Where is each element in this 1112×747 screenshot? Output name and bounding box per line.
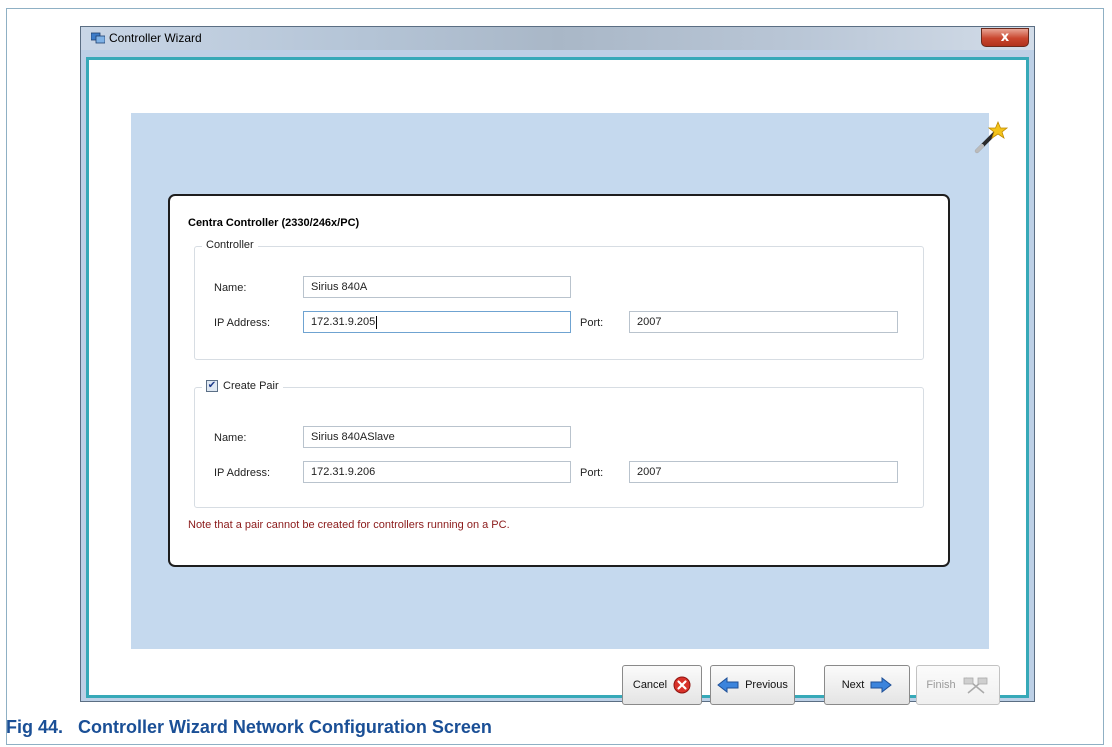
- arrow-left-icon: [717, 677, 739, 693]
- controller-port-label: Port:: [580, 317, 604, 329]
- controller-wizard-window: Controller Wizard x Centra Controller (2…: [80, 26, 1035, 705]
- figure-caption: Fig 44. Controller Wizard Network Config…: [6, 717, 492, 737]
- controller-name-label: Name:: [214, 282, 247, 294]
- controller-ip-label: IP Address:: [214, 317, 271, 329]
- pair-port-field[interactable]: 2007: [629, 461, 898, 483]
- controller-ip-field[interactable]: 172.31.9.205: [303, 311, 571, 333]
- arrow-right-icon: [870, 677, 893, 693]
- cancel-button[interactable]: Cancel: [622, 665, 702, 705]
- controller-group-legend: Controller: [202, 239, 258, 251]
- checkered-flags-icon: [962, 676, 990, 694]
- controller-port-field[interactable]: 2007: [629, 311, 898, 333]
- pair-name-field[interactable]: Sirius 840ASlave: [303, 426, 571, 448]
- create-pair-checkbox[interactable]: ✔: [206, 380, 218, 392]
- close-button[interactable]: x: [981, 28, 1029, 47]
- create-pair-label[interactable]: Create Pair: [223, 380, 279, 392]
- controller-config-card: Centra Controller (2330/246x/PC) Control…: [168, 194, 950, 567]
- controller-wizard-icon: [91, 32, 105, 44]
- magic-wand-icon: [975, 120, 1009, 153]
- create-pair-group: ✔ Create Pair Name: Sirius 840ASlave IP …: [194, 380, 924, 508]
- title-bar[interactable]: Controller Wizard x: [81, 27, 1034, 50]
- previous-button[interactable]: Previous: [710, 665, 795, 705]
- finish-button[interactable]: Finish: [916, 665, 1000, 705]
- pair-name-label: Name:: [214, 432, 247, 444]
- create-pair-legend: ✔ Create Pair: [202, 380, 283, 392]
- card-title: Centra Controller (2330/246x/PC): [188, 217, 360, 229]
- controller-name-field[interactable]: Sirius 840A: [303, 276, 571, 298]
- controller-group: Controller Name: Sirius 840A IP Address:…: [194, 239, 924, 360]
- window-title: Controller Wizard: [109, 31, 202, 45]
- pair-ip-field[interactable]: 172.31.9.206: [303, 461, 571, 483]
- wizard-client-area: Centra Controller (2330/246x/PC) Control…: [86, 57, 1029, 705]
- next-button[interactable]: Next: [824, 665, 910, 705]
- pair-ip-label: IP Address:: [214, 467, 271, 479]
- cancel-x-icon: [673, 676, 691, 694]
- pair-port-label: Port:: [580, 467, 604, 479]
- pc-pair-note: Note that a pair cannot be created for c…: [188, 519, 510, 531]
- text-caret: [376, 315, 378, 329]
